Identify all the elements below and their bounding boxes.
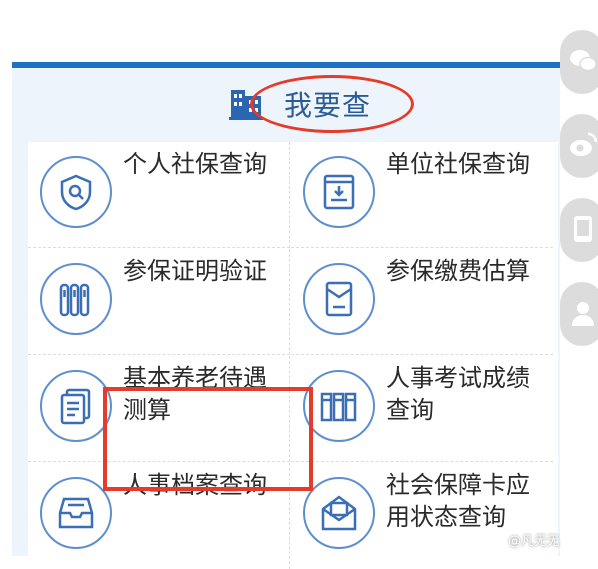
service-exam-score-query[interactable]: 人事考试成绩查询 xyxy=(291,356,553,462)
weibo-icon xyxy=(570,132,598,156)
user-icon xyxy=(572,302,594,326)
service-label: 个人社保查询 xyxy=(123,150,267,178)
service-icon-circle xyxy=(303,156,375,228)
title-highlight-circle xyxy=(250,75,414,133)
service-icon-circle xyxy=(303,263,375,335)
wechat-icon xyxy=(570,50,597,72)
service-label: 人事考试成绩查询 xyxy=(386,364,530,424)
mail-icon xyxy=(321,495,357,531)
documents-icon xyxy=(60,388,91,425)
mobile-share-button[interactable] xyxy=(560,198,598,262)
weibo-share-button[interactable] xyxy=(560,114,598,178)
service-icon-circle xyxy=(303,370,375,442)
service-icon-circle xyxy=(40,263,112,335)
service-grid: 个人社保查询 单位社保查询 参保证明验证 参保缴费估算 基本养老待遇测算 人事考… xyxy=(28,142,558,569)
wechat-share-button[interactable] xyxy=(560,30,598,94)
service-personal-insurance-query[interactable]: 个人社保查询 xyxy=(28,142,290,248)
user-share-button[interactable] xyxy=(560,282,598,346)
service-social-security-card-status[interactable]: 社会保障卡应用状态查询 xyxy=(291,463,553,569)
service-label: 参保证明验证 xyxy=(123,257,267,285)
panel-header: 我要查 xyxy=(12,68,560,140)
pension-calc-highlight-box xyxy=(103,387,313,491)
inbox-tray-icon xyxy=(58,497,94,529)
service-icon-circle xyxy=(40,477,112,549)
service-label: 单位社保查询 xyxy=(386,150,530,178)
service-icon-circle xyxy=(40,156,112,228)
watermark: @凡无无 xyxy=(508,534,561,549)
service-employer-insurance-query[interactable]: 单位社保查询 xyxy=(291,142,553,248)
folder-doc-icon xyxy=(323,174,355,210)
binders-icon xyxy=(59,283,90,317)
service-icon-circle xyxy=(303,477,375,549)
service-icon-circle xyxy=(40,370,112,442)
service-label: 社会保障卡应用状态查询 xyxy=(386,471,530,531)
person-search-icon xyxy=(60,174,92,211)
service-label: 参保缴费估算 xyxy=(386,257,530,285)
mobile-icon xyxy=(574,216,592,242)
service-contribution-estimate[interactable]: 参保缴费估算 xyxy=(291,249,553,355)
bookshelf-icon xyxy=(320,392,357,422)
envelope-doc-icon xyxy=(325,281,353,317)
service-insurance-certificate-verify[interactable]: 参保证明验证 xyxy=(28,249,290,355)
